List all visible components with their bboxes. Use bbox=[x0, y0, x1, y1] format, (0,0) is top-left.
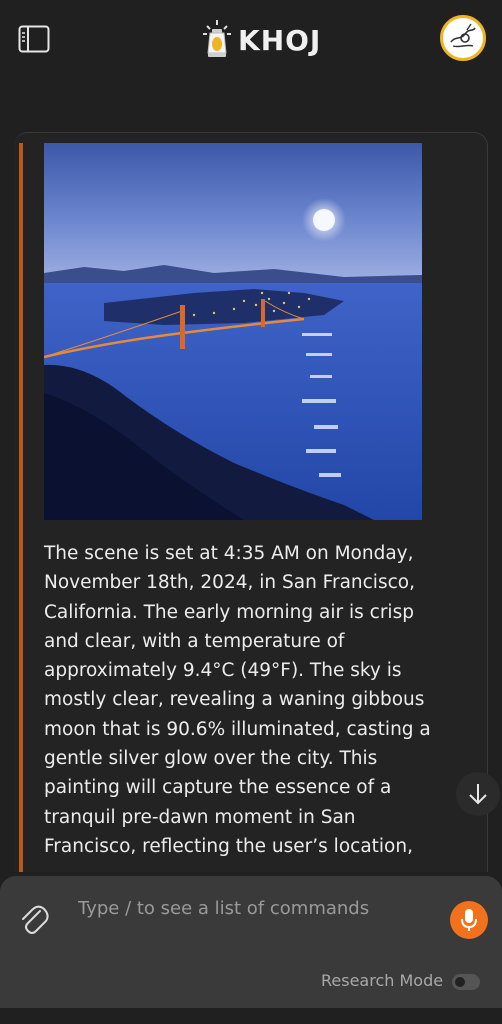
logo-text: KHOJ bbox=[238, 23, 322, 57]
scroll-to-bottom-button[interactable] bbox=[456, 772, 500, 816]
toggle-knob bbox=[455, 977, 465, 987]
bottom-bar bbox=[0, 1008, 502, 1024]
generated-image[interactable] bbox=[44, 143, 422, 520]
message-text: The scene is set at 4:35 AM on Monday, N… bbox=[44, 543, 431, 857]
user-avatar-icon bbox=[450, 23, 476, 48]
message-accent-bar bbox=[19, 143, 23, 872]
chat-message-input[interactable] bbox=[68, 890, 458, 926]
lantern-icon bbox=[203, 20, 231, 57]
research-mode-label: Research Mode bbox=[321, 971, 444, 990]
user-avatar[interactable] bbox=[440, 15, 486, 61]
assistant-message: The scene is set at 4:35 AM on Monday, N… bbox=[14, 132, 488, 872]
sidebar-panel-icon bbox=[18, 25, 50, 53]
microphone-icon bbox=[461, 909, 477, 931]
research-mode-toggle[interactable] bbox=[452, 974, 480, 990]
chat-app: KHOJ The scene is set at 4:35 AM on Mond… bbox=[0, 0, 502, 1024]
microphone-button[interactable] bbox=[450, 901, 488, 939]
sidebar-toggle-button[interactable] bbox=[18, 25, 50, 53]
chat-input-area: Research Mode bbox=[0, 876, 502, 1008]
header: KHOJ bbox=[0, 0, 502, 80]
arrow-down-icon bbox=[469, 784, 487, 805]
khoj-logo[interactable]: KHOJ bbox=[202, 18, 321, 62]
attach-file-button[interactable] bbox=[18, 903, 50, 937]
paperclip-icon bbox=[22, 905, 49, 934]
